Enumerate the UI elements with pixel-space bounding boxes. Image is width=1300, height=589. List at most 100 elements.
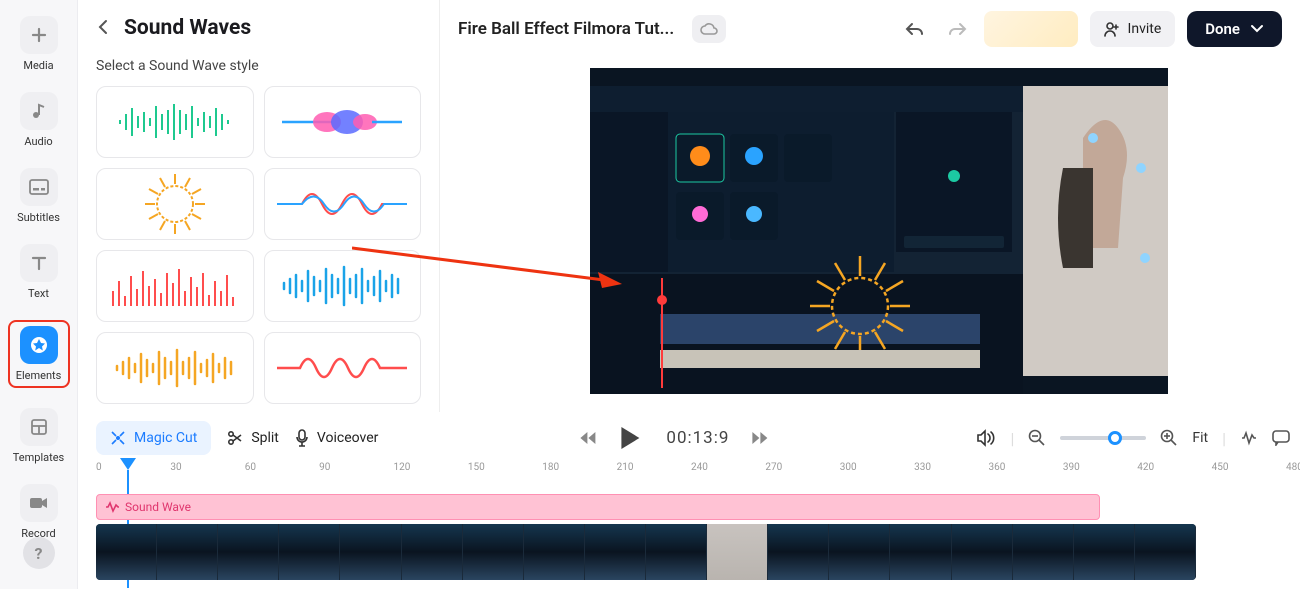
ruler-tick: 240	[691, 462, 708, 473]
zoom-thumb[interactable]	[1108, 431, 1122, 445]
camera-icon	[20, 484, 58, 522]
subtitles-icon	[20, 168, 58, 206]
person-add-icon	[1104, 21, 1120, 37]
ruler-tick: 150	[468, 462, 485, 473]
invite-label: Invite	[1128, 21, 1162, 37]
invite-button[interactable]: Invite	[1090, 11, 1176, 47]
skip-back-button[interactable]	[578, 430, 596, 446]
text-icon	[20, 244, 58, 282]
sparkle-scissors-icon	[110, 430, 126, 446]
plus-icon	[20, 16, 58, 54]
video-thumbnail	[1013, 524, 1074, 580]
elements-icon	[20, 326, 58, 364]
ruler-tick: 90	[319, 462, 330, 473]
video-track[interactable]	[96, 524, 1196, 580]
waveform-toggle[interactable]	[1240, 430, 1258, 446]
skip-forward-button[interactable]	[751, 430, 769, 446]
playback-controls: 00:13:9	[578, 425, 769, 451]
rail-label: Media	[23, 59, 53, 72]
sound-waves-panel: Sound Waves Select a Sound Wave style	[78, 0, 440, 412]
video-thumbnail	[340, 524, 401, 580]
wave-style-grid	[96, 86, 421, 404]
done-label: Done	[1205, 20, 1240, 38]
cloud-sync-button[interactable]	[692, 15, 726, 43]
ruler-tick: 330	[914, 462, 931, 473]
wave-style-7[interactable]	[96, 332, 254, 404]
upgrade-button[interactable]	[984, 11, 1078, 47]
rail-templates[interactable]: Templates	[8, 408, 70, 464]
ruler-tick: 60	[245, 462, 256, 473]
rail-label: Templates	[13, 451, 64, 464]
fit-button[interactable]: Fit	[1192, 430, 1208, 446]
video-thumbnail	[463, 524, 524, 580]
video-thumbnail	[890, 524, 951, 580]
undo-button[interactable]	[900, 14, 930, 44]
video-thumbnail	[96, 524, 157, 580]
rail-media[interactable]: Media	[8, 16, 70, 72]
soundwave-track-icon	[105, 501, 119, 513]
voiceover-label: Voiceover	[317, 430, 378, 446]
wave-style-4[interactable]	[264, 168, 422, 240]
rail-record[interactable]: Record	[8, 484, 70, 540]
timeline-toolbar: Magic Cut Split Voiceover 00:13:9 | Fit …	[96, 418, 1290, 458]
wave-style-5[interactable]	[96, 250, 254, 322]
soundwave-track-label: Sound Wave	[125, 500, 191, 514]
topbar: Fire Ball Effect Filmora Tut... Invite D…	[440, 0, 1300, 58]
ruler-tick: 210	[617, 462, 634, 473]
video-thumbnail	[1074, 524, 1135, 580]
voiceover-button[interactable]: Voiceover	[295, 429, 378, 447]
ruler-tick: 450	[1212, 462, 1229, 473]
rail-subtitles[interactable]: Subtitles	[8, 168, 70, 224]
ruler-tick: 180	[542, 462, 559, 473]
redo-button[interactable]	[942, 14, 972, 44]
video-thumbnail	[829, 524, 890, 580]
wave-style-6[interactable]	[264, 250, 422, 322]
video-thumbnail	[1135, 524, 1196, 580]
done-button[interactable]: Done	[1187, 11, 1282, 47]
wave-style-3[interactable]	[96, 168, 254, 240]
wave-style-2[interactable]	[264, 86, 422, 158]
rail-text[interactable]: Text	[8, 244, 70, 300]
rail-label: Elements	[16, 369, 62, 382]
soundwave-track[interactable]: Sound Wave	[96, 494, 1100, 520]
video-thumbnail	[585, 524, 646, 580]
help-button[interactable]: ?	[23, 537, 55, 569]
zoom-slider[interactable]	[1060, 436, 1146, 440]
video-thumbnail	[952, 524, 1013, 580]
panel-header: Sound Waves	[96, 16, 421, 40]
split-button[interactable]: Split	[227, 430, 279, 446]
timeline-ruler[interactable]: 0306090120150180210240270300330360390420…	[96, 462, 1290, 484]
zoom-out-button[interactable]	[1028, 429, 1046, 447]
back-button[interactable]	[96, 19, 114, 37]
video-thumbnail	[218, 524, 279, 580]
timecode: 00:13:9	[666, 428, 729, 448]
video-thumbnail	[646, 524, 707, 580]
video-thumbnail	[279, 524, 340, 580]
microphone-icon	[295, 429, 309, 447]
video-thumbnail	[707, 524, 768, 580]
ruler-tick: 270	[765, 462, 782, 473]
wave-style-1[interactable]	[96, 86, 254, 158]
left-nav-rail: Media Audio Subtitles Text Elements Temp…	[0, 0, 78, 589]
video-thumbnail	[157, 524, 218, 580]
comment-button[interactable]	[1272, 430, 1290, 446]
zoom-in-button[interactable]	[1160, 429, 1178, 447]
magic-cut-button[interactable]: Magic Cut	[96, 421, 211, 455]
rail-label: Audio	[24, 135, 52, 148]
video-thumbnail	[768, 524, 829, 580]
ruler-tick: 480	[1286, 462, 1300, 473]
volume-button[interactable]	[976, 429, 996, 447]
rail-audio[interactable]: Audio	[8, 92, 70, 148]
toolbar-right: | Fit |	[976, 429, 1290, 448]
video-thumbnail	[524, 524, 585, 580]
chevron-down-icon	[1250, 24, 1264, 34]
wave-style-8[interactable]	[264, 332, 422, 404]
video-preview[interactable]	[590, 68, 1168, 394]
project-title: Fire Ball Effect Filmora Tut...	[458, 19, 674, 39]
play-button[interactable]	[618, 425, 644, 451]
embedded-editor-ui	[590, 68, 1023, 394]
ruler-tick: 360	[989, 462, 1006, 473]
scissors-icon	[227, 430, 243, 446]
rail-elements[interactable]: Elements	[8, 320, 70, 388]
ruler-tick: 420	[1137, 462, 1154, 473]
